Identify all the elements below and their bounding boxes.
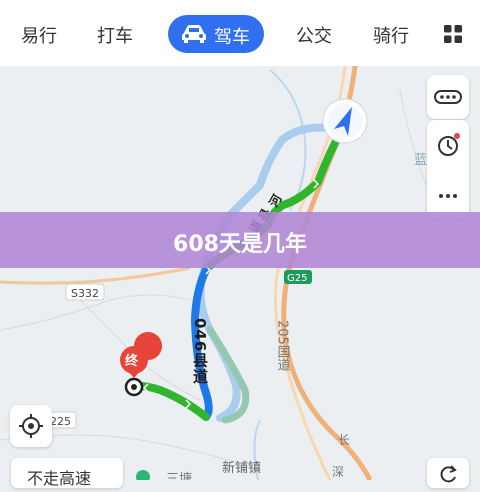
locate-button[interactable] — [10, 405, 52, 447]
grid-icon[interactable] — [444, 25, 462, 43]
overlay-banner: 608天是几年 — [0, 212, 480, 268]
road-label-205: 205国道 — [275, 320, 291, 371]
town-label: 新铺镇 — [222, 460, 261, 476]
tab-taxi[interactable]: 打车 — [97, 22, 133, 48]
locate-icon — [19, 414, 43, 438]
highway-toggle-label: 不走高速 — [27, 469, 92, 488]
end-marker-label: 终 — [125, 353, 139, 369]
transport-mode-bar: 易行 打车 驾车 公交 骑行 — [0, 0, 480, 67]
road-label-046: 046县道 — [191, 318, 209, 384]
nav-arrow-icon — [322, 98, 368, 144]
tab-walk[interactable]: 易行 — [21, 22, 57, 48]
road-condition-button[interactable] — [427, 75, 469, 119]
edge-label-bottom-mid: 三塘 — [166, 471, 192, 480]
refresh-icon — [440, 465, 457, 483]
history-icon[interactable] — [427, 120, 469, 170]
edge-label-top: 蓝 — [414, 153, 427, 168]
refresh-button[interactable] — [427, 458, 469, 488]
road-condition-icon — [434, 90, 462, 104]
road-label-s332: S332 — [71, 287, 99, 300]
road-label-225: 225 — [50, 415, 71, 428]
map-canvas[interactable]: 河 县 道 046县道 205国道 S332 G25 225 新铺镇 蓝 长 深… — [0, 66, 480, 480]
tab-bike[interactable]: 骑行 — [373, 22, 409, 48]
edge-label-bottom-2: 深 — [332, 465, 344, 479]
overlay-title: 608天是几年 — [173, 232, 307, 257]
tab-bus[interactable]: 公交 — [296, 22, 332, 48]
car-icon — [182, 25, 206, 43]
tab-drive-label: 驾车 — [214, 27, 250, 48]
highway-toggle[interactable]: 不走高速 — [11, 458, 123, 488]
tool-column — [427, 120, 469, 218]
tab-drive[interactable]: 驾车 — [168, 15, 264, 53]
road-label-g25: G25 — [287, 273, 307, 284]
edge-label-bottom-1: 长 — [338, 433, 350, 447]
